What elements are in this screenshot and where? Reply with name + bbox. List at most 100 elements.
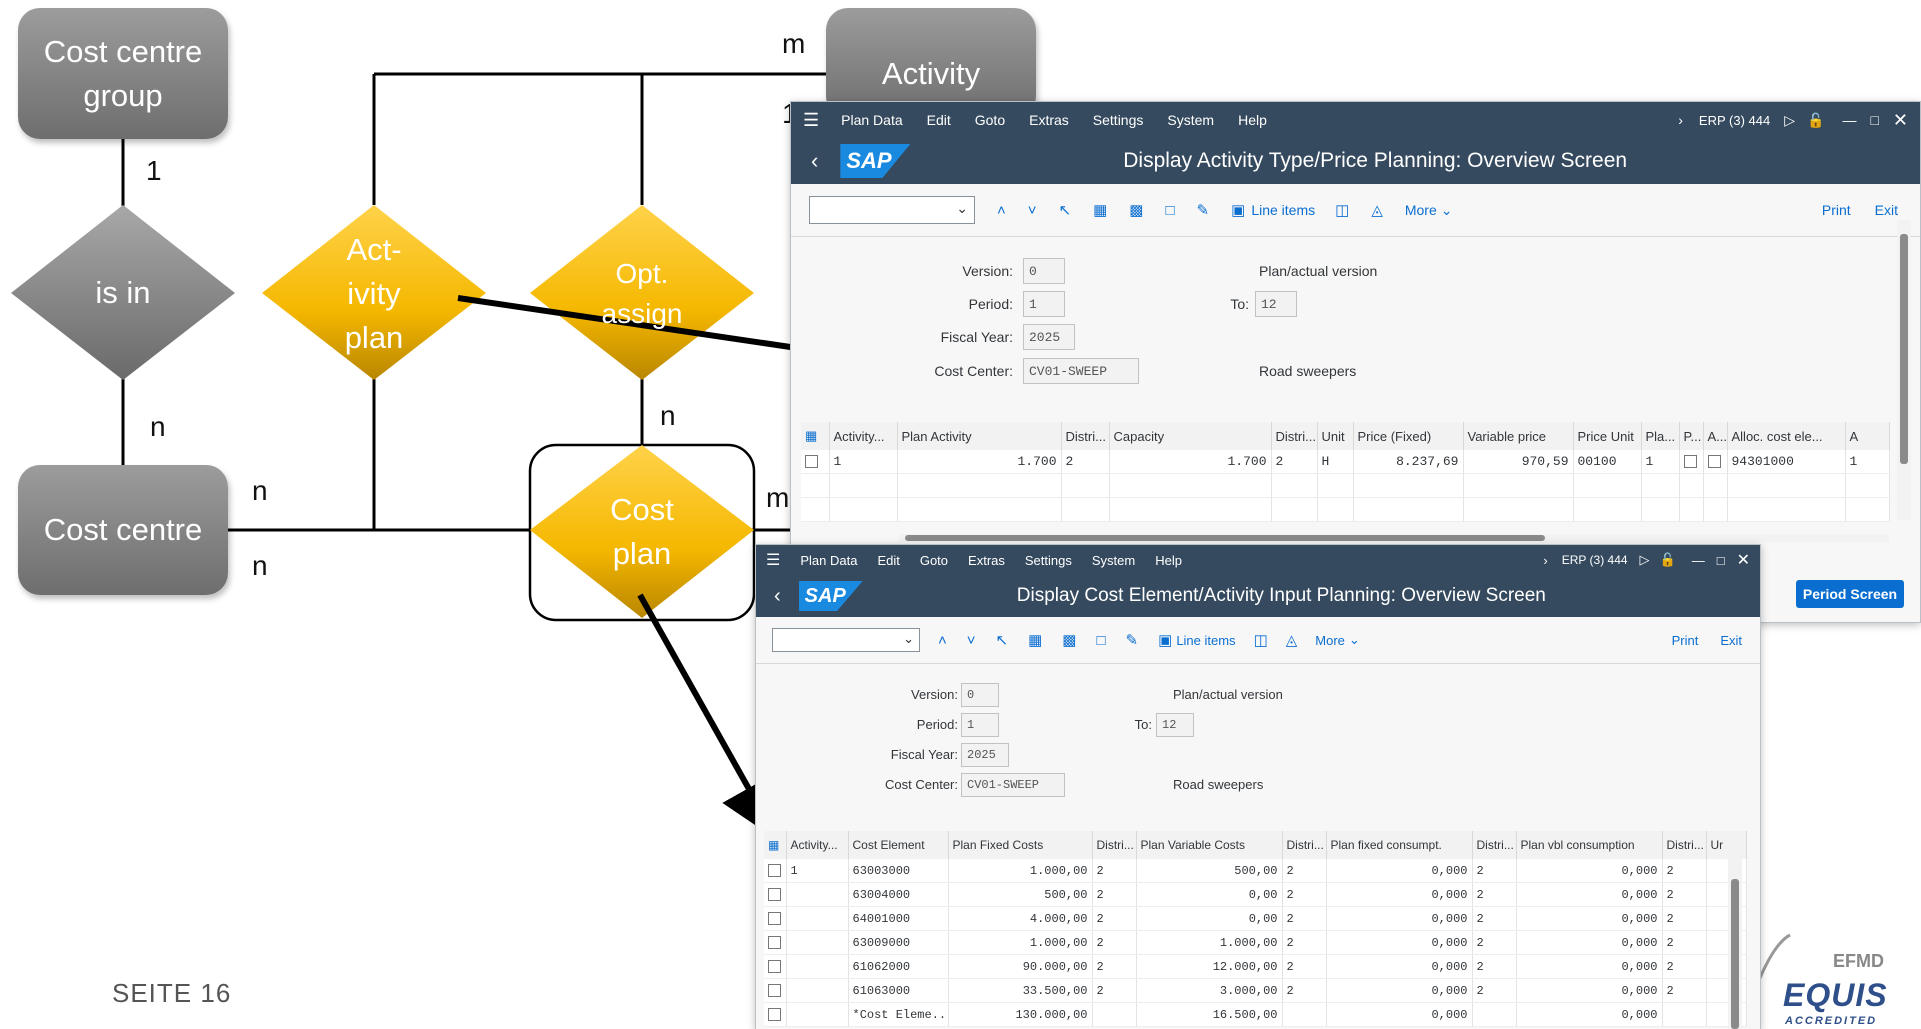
cell-plan-vbl-consumption[interactable]: 0,000 [1516, 859, 1663, 883]
cell-plan-variable-costs[interactable]: 16.500,00 [1136, 1002, 1283, 1027]
cell-activity[interactable] [786, 954, 849, 979]
column-header[interactable]: Price Unit [1573, 422, 1642, 450]
cell-distri[interactable]: 2 [1092, 859, 1137, 883]
menu-goto[interactable]: Goto [920, 553, 948, 568]
row-select-checkbox[interactable] [764, 859, 787, 883]
cell-distri[interactable]: 2 [1472, 906, 1517, 931]
menu-edit[interactable]: Edit [927, 112, 951, 128]
cell-plan-activity[interactable]: 1.700 [897, 450, 1062, 474]
cell-plan-fixed-costs[interactable]: 90.000,00 [948, 954, 1093, 979]
cell-plan-fixed-consumption[interactable]: 0,000 [1326, 882, 1473, 907]
cell-distri[interactable]: 2 [1472, 859, 1517, 883]
cell-distri[interactable]: 2 [1282, 930, 1327, 955]
export-icon[interactable]: ◬ [1286, 631, 1298, 649]
cell-plan-fixed-costs[interactable]: 33.500,00 [948, 978, 1093, 1003]
menu-help[interactable]: Help [1155, 553, 1182, 568]
column-header[interactable]: Distri... [1092, 831, 1137, 859]
cell-distri[interactable]: 2 [1092, 978, 1137, 1003]
cell-plan-variable-costs[interactable]: 500,00 [1136, 859, 1283, 883]
period-screen-button[interactable]: Period Screen [1796, 580, 1904, 608]
cell-plan-vbl-consumption[interactable]: 0,000 [1516, 1002, 1663, 1027]
cell-plan-vbl-consumption[interactable]: 0,000 [1516, 954, 1663, 979]
line-items-button[interactable]: Line items [1251, 202, 1315, 218]
column-header[interactable]: Plan fixed consumpt. [1326, 831, 1473, 859]
hamburger-icon[interactable]: ☰ [766, 550, 780, 570]
cell-plan-fixed-costs[interactable]: 500,00 [948, 882, 1093, 907]
vertical-scroll-thumb[interactable] [1900, 234, 1908, 464]
cell-p-checkbox[interactable] [1679, 450, 1704, 474]
column-header[interactable]: Pla... [1641, 422, 1680, 450]
column-settings-icon[interactable]: ▦ [801, 422, 830, 450]
cell-distri[interactable]: 2 [1662, 954, 1707, 979]
play-icon[interactable]: ▷ [1640, 552, 1650, 568]
menu-system[interactable]: System [1167, 112, 1214, 128]
column-header[interactable]: Plan Fixed Costs [948, 831, 1093, 859]
cell-distri[interactable]: 2 [1282, 906, 1327, 931]
column-header[interactable]: Ur [1706, 831, 1747, 859]
cell-distri[interactable] [1662, 1002, 1707, 1027]
cell-activity[interactable] [786, 978, 849, 1003]
cell-plan-variable-costs[interactable]: 0,00 [1136, 906, 1283, 931]
cell-activity[interactable]: 1 [829, 450, 898, 474]
cell-distri[interactable]: 2 [1092, 930, 1137, 955]
cell-cost-element[interactable]: 61062000 [848, 954, 949, 979]
maximize-icon[interactable]: □ [1870, 112, 1878, 128]
more-button[interactable]: More [1405, 202, 1437, 218]
cell-distri[interactable]: 2 [1472, 930, 1517, 955]
column-header[interactable]: Plan Variable Costs [1136, 831, 1283, 859]
horizontal-scroll-thumb[interactable] [905, 535, 1545, 541]
chevron-right-icon[interactable]: › [1543, 553, 1547, 568]
cell-plan-fixed-consumption[interactable]: 0,000 [1326, 930, 1473, 955]
cell-plan-fixed-consumption[interactable]: 0,000 [1326, 1002, 1473, 1027]
column-header[interactable]: Activity... [786, 831, 849, 859]
row-select-checkbox[interactable] [764, 1002, 787, 1027]
chevron-right-icon[interactable]: › [1678, 112, 1683, 128]
cell-cost-element[interactable]: *Cost Eleme... [848, 1002, 949, 1027]
cell-plan-variable-costs[interactable]: 1.000,00 [1136, 930, 1283, 955]
cell-distri[interactable]: 2 [1282, 978, 1327, 1003]
menu-settings[interactable]: Settings [1025, 553, 1072, 568]
cell-distri[interactable]: 2 [1271, 450, 1318, 474]
row-select-checkbox[interactable] [764, 906, 787, 931]
select-block-icon[interactable]: ▩ [1062, 631, 1076, 649]
print-button[interactable]: Print [1672, 633, 1699, 648]
maximize-icon[interactable]: □ [1717, 553, 1725, 568]
back-icon[interactable]: ‹ [774, 585, 781, 608]
more-button[interactable]: More [1315, 633, 1345, 648]
menu-edit[interactable]: Edit [877, 553, 899, 568]
arrow-down-icon[interactable]: ˅ [967, 632, 976, 649]
edit-icon[interactable]: ✎ [1126, 631, 1139, 649]
deselect-icon[interactable]: □ [1096, 632, 1105, 649]
arrow-down-icon[interactable]: ˅ [1028, 202, 1037, 219]
menu-plan-data[interactable]: Plan Data [841, 112, 902, 128]
cell-activity[interactable] [786, 930, 849, 955]
select-cursor-icon[interactable]: ↖ [1059, 201, 1072, 219]
cell-plan-fixed-consumption[interactable]: 0,000 [1326, 954, 1473, 979]
cell-plan-fixed-consumption[interactable]: 0,000 [1326, 859, 1473, 883]
to-field[interactable]: 12 [1255, 291, 1297, 317]
cell-activity[interactable] [786, 906, 849, 931]
select-all-icon[interactable]: ▦ [1028, 631, 1042, 649]
close-icon[interactable]: ✕ [1893, 110, 1908, 131]
to-field[interactable]: 12 [1156, 713, 1194, 737]
cell-plan-fixed-costs[interactable]: 4.000,00 [948, 906, 1093, 931]
cell-activity[interactable] [786, 1002, 849, 1027]
cell-cost-element[interactable]: 63003000 [848, 859, 949, 883]
cell-plan-vbl-consumption[interactable]: 0,000 [1516, 906, 1663, 931]
row-select-checkbox[interactable] [764, 882, 787, 907]
cell-distri[interactable]: 2 [1472, 954, 1517, 979]
deselect-icon[interactable]: □ [1165, 202, 1174, 219]
cell-plan-vbl-consumption[interactable]: 0,000 [1516, 930, 1663, 955]
column-header[interactable]: A [1845, 422, 1890, 450]
cell-cost-element[interactable]: 64001000 [848, 906, 949, 931]
column-header[interactable]: Distri... [1061, 422, 1110, 450]
cell-distri[interactable]: 2 [1472, 978, 1517, 1003]
cell-distri[interactable] [1472, 1002, 1517, 1027]
document-icon[interactable]: ◫ [1254, 631, 1268, 649]
cell-price-unit[interactable]: 00100 [1573, 450, 1642, 474]
menu-extras[interactable]: Extras [1029, 112, 1069, 128]
cell-distri[interactable]: 2 [1092, 954, 1137, 979]
menu-help[interactable]: Help [1238, 112, 1267, 128]
cell-plan-fixed-costs[interactable]: 1.000,00 [948, 930, 1093, 955]
cell-cost-element[interactable]: 61063000 [848, 978, 949, 1003]
